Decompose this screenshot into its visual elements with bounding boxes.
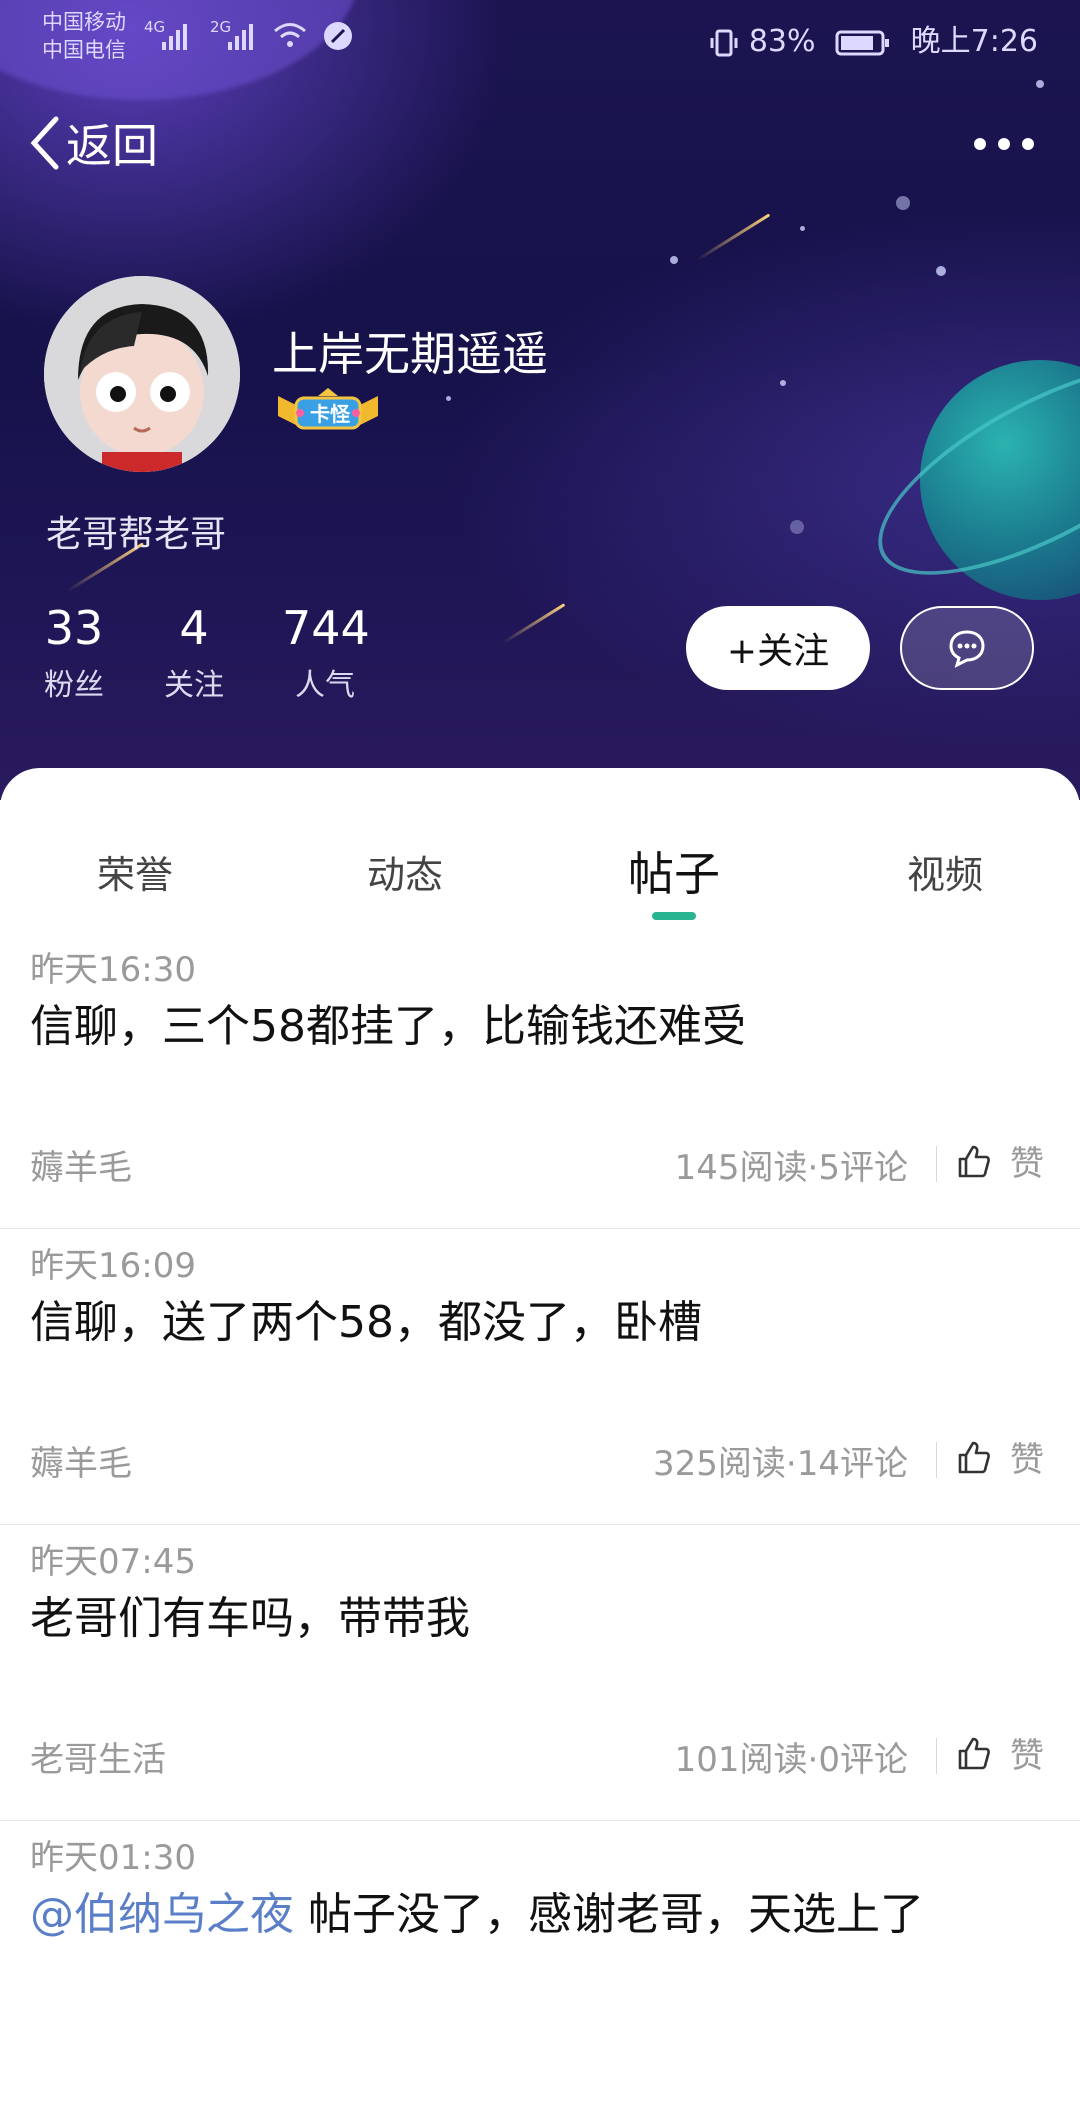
star-decoration xyxy=(670,256,678,264)
battery-percent: 83% xyxy=(748,24,816,59)
vibrate-icon xyxy=(710,29,738,56)
thumbs-up-icon xyxy=(958,1441,990,1473)
post-time: 昨天01:30 xyxy=(30,1838,196,1878)
active-tab-indicator xyxy=(652,912,696,920)
profile-slogan: 老哥帮老哥 xyxy=(46,514,227,555)
profile-content: 荣誉 动态 帖子 视频 昨天16:30 信聊，三个58都挂了，比输钱还难受 薅羊… xyxy=(0,768,1080,1940)
post-time: 昨天16:09 xyxy=(30,1246,196,1286)
stat-label: 人气 xyxy=(295,668,355,703)
back-button[interactable]: 返回 xyxy=(28,110,158,176)
divider xyxy=(936,1738,937,1774)
post-stats: 325阅读·14评论 xyxy=(653,1444,908,1484)
back-label: 返回 xyxy=(66,119,158,173)
like-button[interactable]: 赞 xyxy=(956,1432,1044,1481)
star-decoration xyxy=(780,380,786,386)
carrier-info: 中国移动 中国电信 xyxy=(42,8,126,64)
message-button[interactable] xyxy=(900,606,1034,690)
post-category[interactable]: 薅羊毛 xyxy=(30,1436,132,1485)
post-category[interactable]: 老哥生活 xyxy=(30,1732,166,1781)
stat-value: 4 xyxy=(179,601,209,655)
star-decoration xyxy=(896,196,910,210)
star-decoration xyxy=(936,266,946,276)
tab-honor[interactable]: 荣誉 xyxy=(97,844,173,899)
thumbs-up-icon xyxy=(958,1737,990,1769)
profile-header: 中国移动 中国电信 4G 2G 83% 晚上7:26 返回 上岸无期遥遥 卡怪 … xyxy=(0,0,1080,800)
level-badge: 卡怪 xyxy=(272,386,384,436)
battery-icon xyxy=(835,30,890,55)
status-bar: 中国移动 中国电信 4G 2G 83% 晚上7:26 xyxy=(0,0,1080,70)
star-decoration xyxy=(800,226,805,231)
post-category[interactable]: 薅羊毛 xyxy=(30,1140,132,1189)
post-item[interactable]: 昨天16:09 信聊，送了两个58，都没了，卧槽 薅羊毛 325阅读·14评论 … xyxy=(0,1228,1080,1525)
post-time: 昨天07:45 xyxy=(30,1542,196,1582)
like-label: 赞 xyxy=(1010,1736,1044,1776)
meteor-decoration xyxy=(695,213,771,262)
star-decoration xyxy=(446,396,451,401)
post-title[interactable]: 老哥们有车吗，带带我 xyxy=(30,1582,470,1646)
follow-button[interactable]: +关注 xyxy=(686,606,870,690)
tab-bar: 荣誉 动态 帖子 视频 xyxy=(0,768,1080,928)
signal-icon xyxy=(228,24,253,50)
more-dot xyxy=(974,138,986,150)
mention-link[interactable]: @伯纳乌之夜 xyxy=(30,1889,294,1940)
like-label: 赞 xyxy=(1010,1144,1044,1184)
post-item[interactable]: 昨天16:30 信聊，三个58都挂了，比输钱还难受 薅羊毛 145阅读·5评论 … xyxy=(0,932,1080,1229)
vpn-icon xyxy=(324,22,352,50)
stat-value: 744 xyxy=(282,601,370,655)
star-decoration xyxy=(790,520,804,534)
post-title[interactable]: 信聊，送了两个58，都没了，卧槽 xyxy=(30,1286,702,1350)
username: 上岸无期遥遥 xyxy=(272,327,548,381)
stat-label: 粉丝 xyxy=(44,668,104,703)
like-label: 赞 xyxy=(1010,1440,1044,1480)
tab-videos[interactable]: 视频 xyxy=(907,844,983,899)
stat-value: 33 xyxy=(44,601,104,655)
avatar[interactable] xyxy=(44,276,240,472)
tab-posts[interactable]: 帖子 xyxy=(628,838,720,904)
signal-icon xyxy=(162,24,187,50)
clock: 晚上7:26 xyxy=(910,24,1038,59)
badge-text: 卡怪 xyxy=(310,402,350,426)
post-stats: 101阅读·0评论 xyxy=(674,1740,908,1780)
thumbs-up-icon xyxy=(958,1145,990,1177)
post-title-text: 帖子没了，感谢老哥，天选上了 xyxy=(294,1889,924,1940)
status-right: 83% 晚上7:26 xyxy=(709,16,1038,60)
post-title[interactable]: @伯纳乌之夜 帖子没了，感谢老哥，天选上了 xyxy=(30,1878,924,1942)
stat-following[interactable]: 4 关注 xyxy=(164,600,224,704)
post-item[interactable]: 昨天07:45 老哥们有车吗，带带我 老哥生活 101阅读·0评论 赞 xyxy=(0,1524,1080,1821)
wifi-icon xyxy=(274,23,306,47)
star-decoration xyxy=(1036,80,1044,88)
post-title[interactable]: 信聊，三个58都挂了，比输钱还难受 xyxy=(30,990,746,1054)
more-options-button[interactable] xyxy=(974,138,1034,150)
like-button[interactable]: 赞 xyxy=(956,1136,1044,1185)
more-dot xyxy=(998,138,1010,150)
avatar-image xyxy=(44,276,240,472)
stat-fans[interactable]: 33 粉丝 xyxy=(44,600,104,704)
carrier-1: 中国移动 xyxy=(42,10,126,34)
divider xyxy=(936,1146,937,1182)
divider xyxy=(936,1442,937,1478)
stat-popularity[interactable]: 744 人气 xyxy=(282,600,370,704)
stat-label: 关注 xyxy=(164,668,224,703)
more-dot xyxy=(1022,138,1034,150)
like-button[interactable]: 赞 xyxy=(956,1728,1044,1777)
post-item[interactable]: 昨天01:30 @伯纳乌之夜 帖子没了，感谢老哥，天选上了 xyxy=(0,1820,1080,2116)
chevron-left-icon xyxy=(30,116,59,170)
post-time: 昨天16:30 xyxy=(30,950,196,990)
post-stats: 145阅读·5评论 xyxy=(674,1148,908,1188)
carrier-2: 中国电信 xyxy=(42,38,126,62)
tab-activity[interactable]: 动态 xyxy=(367,844,443,899)
chat-bubble-icon xyxy=(949,630,985,668)
meteor-decoration xyxy=(502,603,566,644)
